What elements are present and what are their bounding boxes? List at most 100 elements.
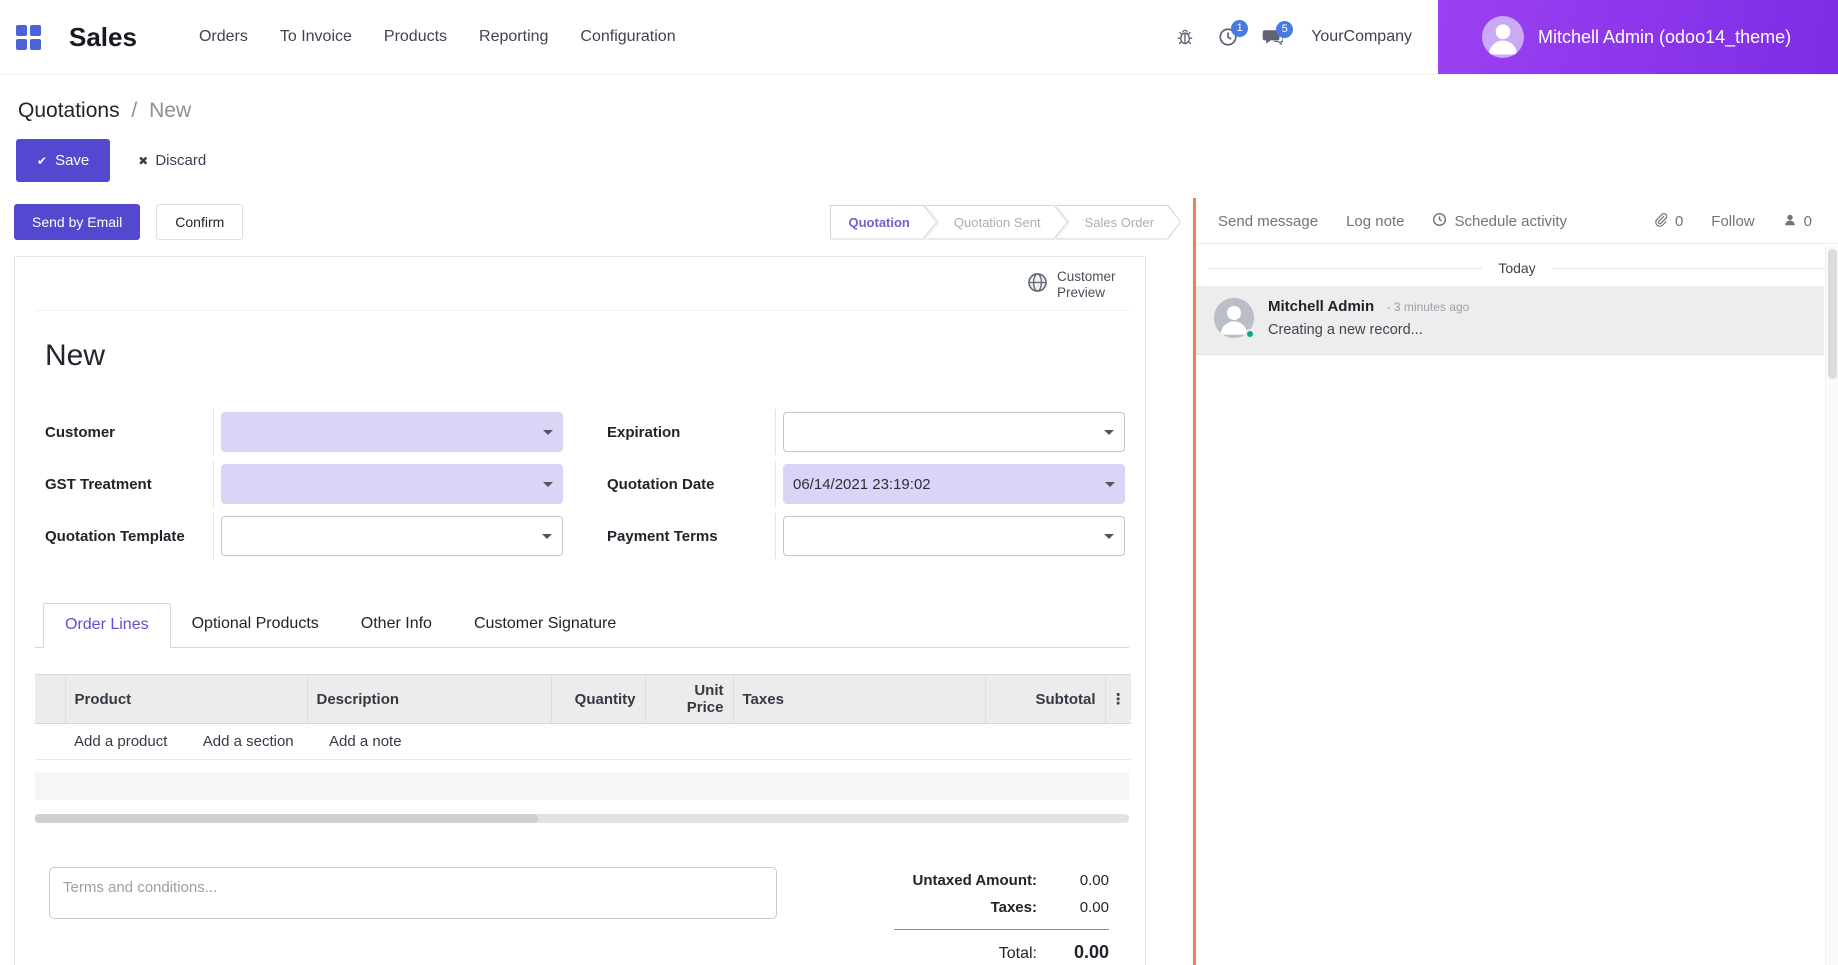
discard-label: Discard — [155, 152, 206, 169]
messages-badge: 5 — [1276, 21, 1293, 38]
gst-treatment-input[interactable] — [221, 464, 563, 504]
menu-reporting[interactable]: Reporting — [479, 28, 548, 46]
schedule-clock-icon — [1432, 212, 1447, 231]
col-subtotal: Subtotal — [985, 675, 1105, 724]
main-menu: Orders To Invoice Products Reporting Con… — [199, 28, 676, 46]
app-name[interactable]: Sales — [69, 22, 137, 53]
col-product: Product — [65, 675, 307, 724]
sheet-header: Customer Preview — [35, 257, 1129, 311]
col-description: Description — [307, 675, 551, 724]
attachments-button[interactable]: 0 — [1653, 212, 1683, 231]
chatter-message[interactable]: Mitchell Admin - 3 minutes ago Creating … — [1196, 286, 1824, 355]
chevron-down-icon — [1104, 534, 1114, 544]
tab-order-lines[interactable]: Order Lines — [43, 603, 171, 648]
user-name: Mitchell Admin (odoo14_theme) — [1538, 27, 1791, 48]
state-quotation[interactable]: Quotation — [831, 206, 936, 239]
col-unit-price: Unit Price — [645, 675, 733, 724]
tab-optional-products[interactable]: Optional Products — [171, 603, 340, 647]
user-menu[interactable]: Mitchell Admin (odoo14_theme) — [1438, 0, 1838, 74]
sheet-footer: Untaxed Amount:0.00 Taxes:0.00 Total:0.0… — [35, 867, 1129, 965]
date-divider: Today — [1196, 244, 1838, 286]
attachment-count: 0 — [1675, 213, 1683, 230]
table-add-row: Add a product Add a section Add a note — [35, 724, 1131, 760]
quotation-date-label: Quotation Date — [607, 461, 775, 507]
user-avatar — [1482, 16, 1524, 58]
payment-terms-input[interactable] — [783, 516, 1125, 556]
tab-customer-signature[interactable]: Customer Signature — [453, 603, 637, 647]
empty-row — [35, 800, 1129, 814]
expiration-input[interactable] — [783, 412, 1125, 452]
apps-grid-icon[interactable] — [16, 25, 41, 50]
breadcrumb: Quotations / New — [0, 75, 1838, 129]
log-note-button[interactable]: Log note — [1346, 213, 1404, 230]
top-navbar: Sales Orders To Invoice Products Reporti… — [0, 0, 1838, 75]
breadcrumb-quotations[interactable]: Quotations — [18, 99, 120, 122]
quotation-date-value: 06/14/2021 23:19:02 — [793, 476, 931, 493]
terms-input[interactable] — [49, 867, 777, 919]
customer-preview-label: Customer Preview — [1057, 269, 1123, 300]
vertical-scrollbar[interactable] — [1825, 246, 1838, 965]
globe-icon — [1027, 272, 1048, 298]
add-product-link[interactable]: Add a product — [74, 733, 167, 750]
messages-icon[interactable]: 5 — [1262, 28, 1283, 47]
confirm-button[interactable]: Confirm — [156, 204, 243, 240]
customer-preview-button[interactable]: Customer Preview — [1027, 269, 1123, 300]
schedule-activity-button[interactable]: Schedule activity — [1432, 212, 1567, 231]
table-header-row: Product Description Quantity Unit Price … — [35, 675, 1131, 724]
activities-clock-icon[interactable]: 1 — [1218, 27, 1238, 47]
content: Send by Email Confirm Quotation Quotatio… — [0, 198, 1838, 965]
form-sheet: Customer Preview New Customer GST Treatm… — [14, 256, 1146, 965]
form-region: Send by Email Confirm Quotation Quotatio… — [0, 198, 1193, 965]
record-actions: ✔ Save ✖ Discard — [0, 129, 1838, 198]
followers-person-icon — [1783, 213, 1797, 231]
send-message-button[interactable]: Send message — [1218, 213, 1318, 230]
col-quantity: Quantity — [551, 675, 645, 724]
followers-button[interactable]: 0 — [1783, 213, 1812, 231]
payment-terms-label: Payment Terms — [607, 513, 775, 559]
follow-button[interactable]: Follow — [1711, 213, 1754, 230]
statusbar: Send by Email Confirm Quotation Quotatio… — [0, 198, 1193, 250]
taxes-row: Taxes:0.00 — [785, 894, 1109, 921]
total-row: Total:0.00 — [785, 930, 1109, 965]
state-sales-order[interactable]: Sales Order — [1057, 206, 1180, 239]
customer-input[interactable] — [221, 412, 563, 452]
message-avatar — [1214, 298, 1254, 338]
status-steps: Quotation Quotation Sent Sales Order — [830, 205, 1182, 240]
menu-configuration[interactable]: Configuration — [580, 28, 675, 46]
breadcrumb-current: New — [149, 99, 191, 122]
add-section-link[interactable]: Add a section — [203, 733, 294, 750]
menu-orders[interactable]: Orders — [199, 28, 248, 46]
send-by-email-button[interactable]: Send by Email — [14, 204, 140, 240]
menu-to-invoice[interactable]: To Invoice — [280, 28, 352, 46]
tab-other-info[interactable]: Other Info — [340, 603, 453, 647]
table-options-icon[interactable]: ⋮ — [1111, 690, 1126, 708]
discard-button[interactable]: ✖ Discard — [138, 152, 206, 169]
record-title: New — [45, 339, 1129, 373]
field-grid: Customer GST Treatment Quotation Templat… — [45, 409, 1125, 565]
follower-count: 0 — [1804, 213, 1812, 230]
navbar-systray: 1 5 YourCompany Mitchell Admin (odoo14_t… — [1176, 0, 1838, 74]
bug-icon[interactable] — [1176, 28, 1194, 46]
save-label: Save — [55, 152, 89, 169]
state-quotation-sent[interactable]: Quotation Sent — [926, 206, 1067, 239]
chatter-panel: Send message Log note Schedule activity … — [1196, 198, 1838, 965]
message-thread: Today Mitchell Admin - 3 minutes ago Cre… — [1196, 244, 1838, 355]
quotation-date-input[interactable]: 06/14/2021 23:19:02 — [783, 464, 1125, 504]
breadcrumb-separator: / — [131, 99, 137, 122]
paperclip-icon — [1653, 212, 1668, 231]
message-timestamp: - 3 minutes ago — [1387, 300, 1470, 314]
chatter-toolbar: Send message Log note Schedule activity … — [1196, 198, 1838, 244]
quotation-template-input[interactable] — [221, 516, 563, 556]
scrollbar-thumb[interactable] — [35, 814, 538, 823]
menu-products[interactable]: Products — [384, 28, 447, 46]
save-button[interactable]: ✔ Save — [16, 139, 110, 182]
expiration-label: Expiration — [607, 409, 775, 455]
horizontal-scrollbar[interactable] — [35, 814, 1129, 823]
col-handle — [35, 675, 65, 724]
company-switcher[interactable]: YourCompany — [1311, 28, 1412, 46]
message-author[interactable]: Mitchell Admin — [1268, 298, 1374, 315]
add-note-link[interactable]: Add a note — [329, 733, 402, 750]
order-lines-table: Product Description Quantity Unit Price … — [35, 674, 1131, 760]
empty-row — [35, 772, 1129, 800]
scrollbar-thumb[interactable] — [1828, 249, 1837, 379]
